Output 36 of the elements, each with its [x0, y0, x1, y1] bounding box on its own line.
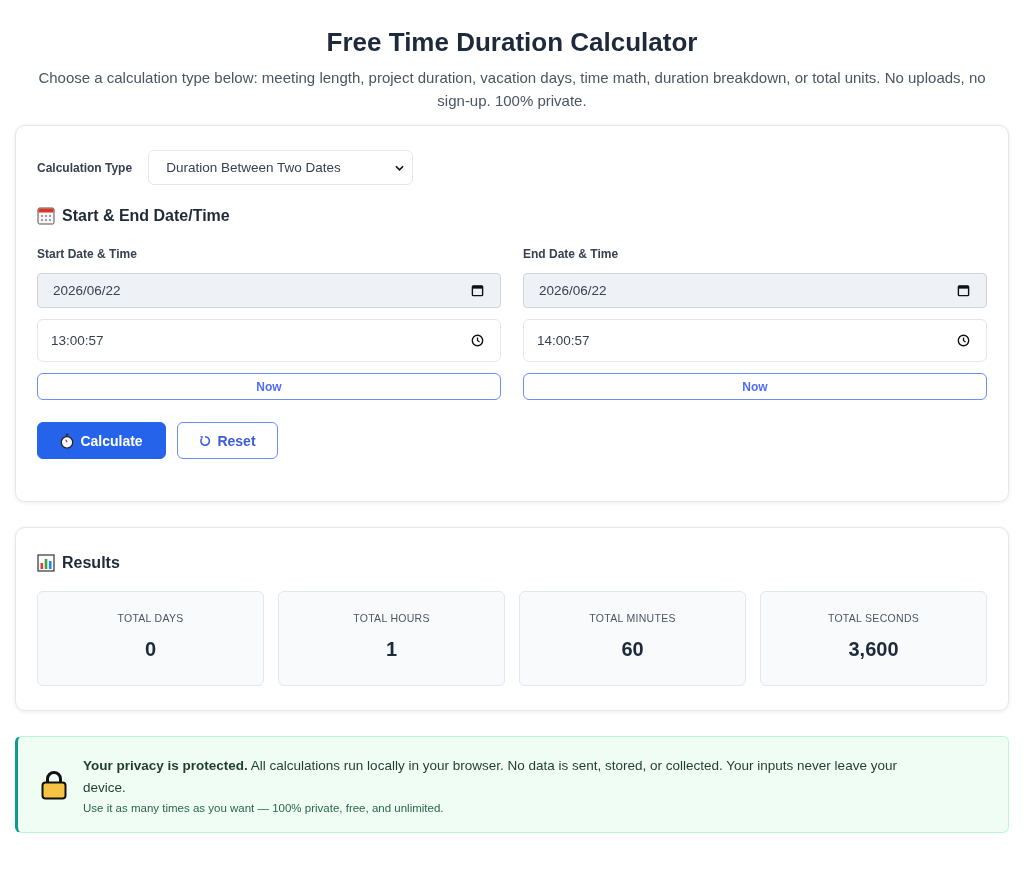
- bar-chart-icon: [37, 554, 55, 572]
- result-label: TOTAL SECONDS: [827, 612, 920, 624]
- page-title: Free Time Duration Calculator: [325, 26, 699, 58]
- reset-icon: [199, 434, 212, 447]
- result-label: TOTAL DAYS: [117, 612, 184, 624]
- result-label: TOTAL HOURS: [353, 612, 430, 624]
- stopwatch-icon: [60, 432, 75, 449]
- privacy-text: Your privacy is protected. All calculations run locally in your browser. No data is sent, stored, or collected. Your inputs never leave your device.: [83, 757, 898, 797]
- clock-icon[interactable]: [471, 334, 484, 347]
- date-field[interactable]: 2026/06/22: [523, 273, 987, 308]
- page-subtitle: Choose a calculation type below: meeting length, project duration, vacation days, time math, duration breakdown, or total units. No uploads, no sign-up. 100% private.: [37, 68, 987, 111]
- calculate-button[interactable]: Calculate: [37, 422, 166, 459]
- calendar-icon[interactable]: [957, 284, 970, 297]
- calculation-type-label: Calculation Type: [37, 160, 133, 175]
- calendar-icon[interactable]: [471, 284, 484, 297]
- result-value: 1: [385, 638, 398, 661]
- time-field[interactable]: 14:00:57: [523, 319, 987, 362]
- field-label: Start Date & Time: [37, 246, 138, 262]
- section-heading: Results: [62, 554, 120, 572]
- result-label: TOTAL MINUTES: [589, 612, 676, 624]
- now-button[interactable]: Now: [37, 373, 501, 400]
- section-heading: Start & End Date/Time: [62, 207, 230, 225]
- result-value: 60: [621, 638, 644, 661]
- chevron-icon: [395, 164, 405, 171]
- lock-icon: [41, 769, 67, 800]
- result-value: 3,600: [848, 638, 899, 661]
- date-field[interactable]: 2026/06/22: [37, 273, 501, 308]
- time-field[interactable]: 13:00:57: [37, 319, 501, 362]
- clock-icon[interactable]: [957, 334, 970, 347]
- calendar-icon: [37, 207, 55, 225]
- calculation-type-select[interactable]: Duration Between Two Dates: [148, 150, 414, 185]
- field-label: End Date & Time: [523, 246, 620, 262]
- reset-button[interactable]: Reset: [177, 422, 278, 459]
- now-button[interactable]: Now: [523, 373, 987, 400]
- result-value: 0: [144, 638, 157, 661]
- privacy-note: Use it as many times as you want — 100% private, free, and unlimited.: [83, 802, 445, 814]
